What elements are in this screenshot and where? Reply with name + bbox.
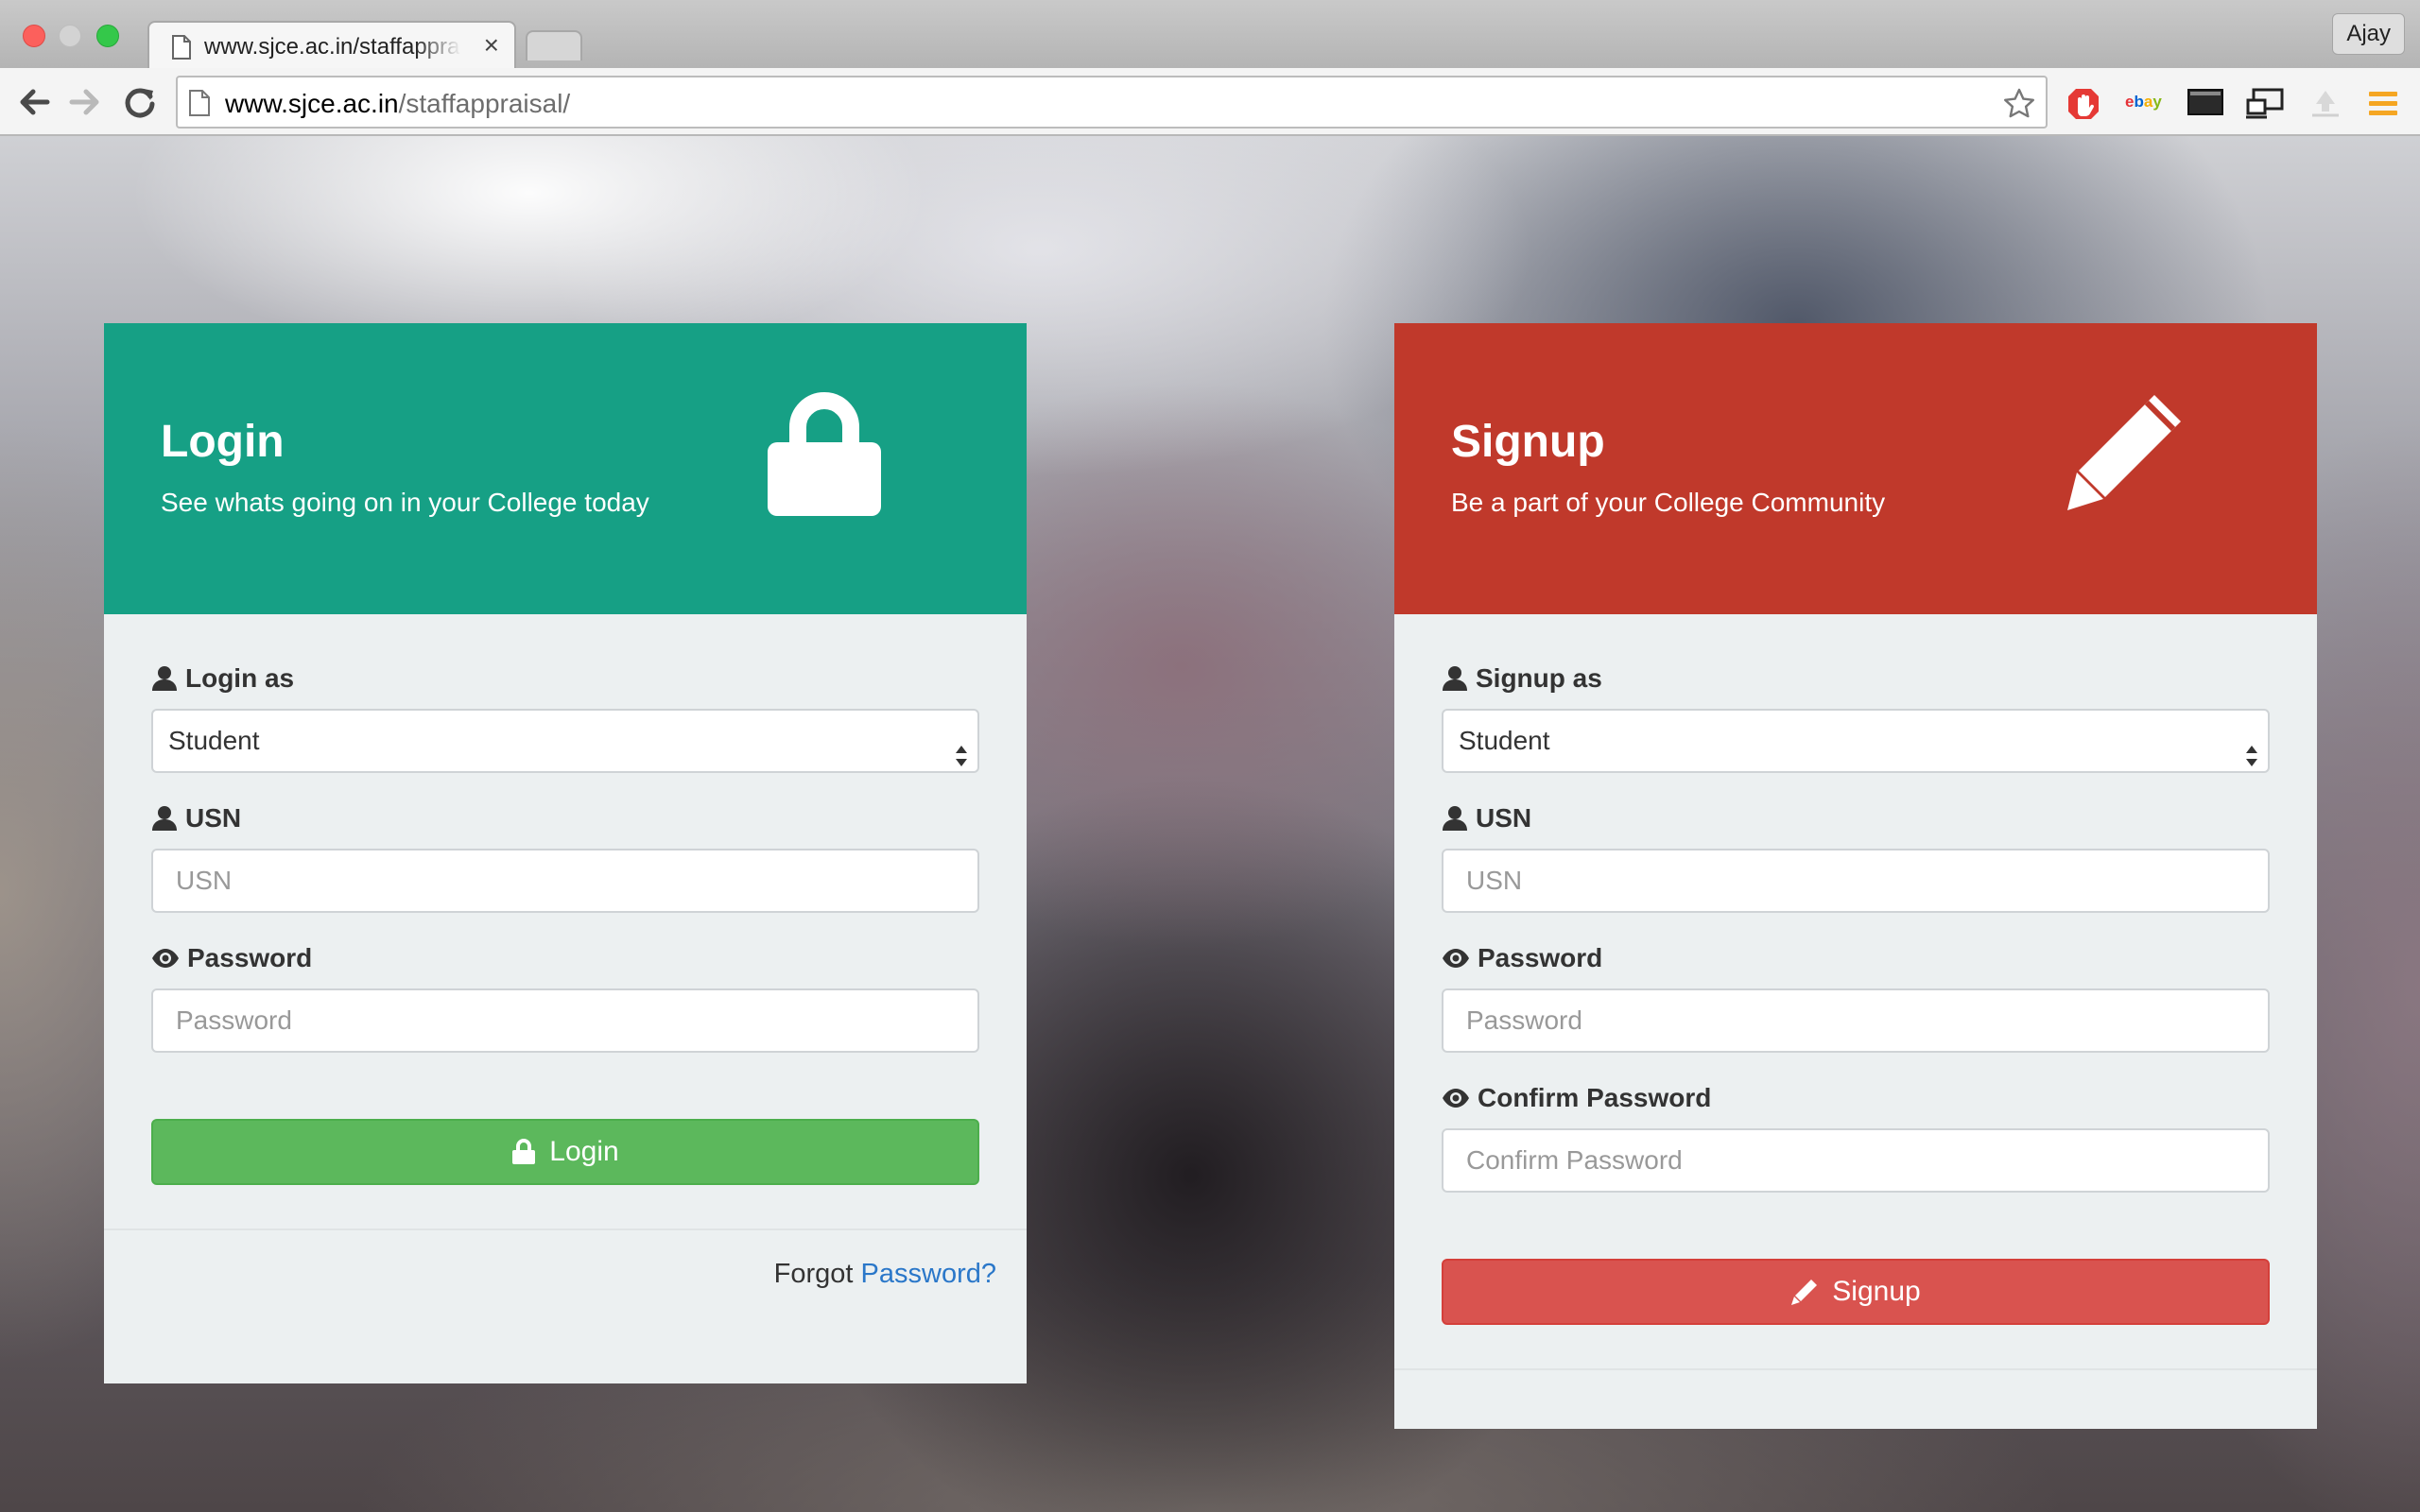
signup-usn-label: USN <box>1442 803 1531 833</box>
login-password-label: Password <box>151 943 312 973</box>
eye-icon <box>1443 1089 1469 1108</box>
lock-icon <box>512 1139 536 1164</box>
signup-role-label: Signup as <box>1442 663 1602 694</box>
page-background: Login See whats going on in your College… <box>0 136 2420 1512</box>
forward-arrow-icon[interactable] <box>66 83 104 121</box>
signup-divider <box>1394 1368 2317 1370</box>
signup-password-input[interactable] <box>1466 992 2245 1049</box>
reload-icon[interactable] <box>121 83 159 121</box>
upload-icon[interactable] <box>2308 87 2342 124</box>
login-title: Login <box>161 417 285 467</box>
login-header: Login See whats going on in your College… <box>104 323 1027 614</box>
window-minimize-button[interactable] <box>59 25 81 47</box>
user-icon <box>152 666 177 691</box>
signup-password-field[interactable] <box>1442 988 2270 1053</box>
forgot-password-link[interactable]: Password? <box>861 1259 996 1289</box>
tab-title: www.sjce.ac.in/staffappraisal/ <box>204 34 461 60</box>
signup-password-label: Password <box>1442 943 1602 973</box>
menu-icon[interactable] <box>2367 87 2399 124</box>
eye-icon <box>152 949 179 968</box>
pencil-icon <box>1791 1280 1818 1305</box>
signup-title: Signup <box>1451 417 1605 467</box>
signup-confirm-field[interactable] <box>1442 1128 2270 1193</box>
browser-tab[interactable]: www.sjce.ac.in/staffappraisal/ × <box>147 21 516 70</box>
back-arrow-icon[interactable] <box>15 83 53 121</box>
user-icon <box>1443 806 1467 831</box>
browser-toolbar: www.sjce.ac.in/staffappraisal/ ebay <box>0 68 2420 136</box>
select-caret-icon <box>2245 730 2258 790</box>
window-close-button[interactable] <box>23 25 45 47</box>
eye-icon <box>1443 949 1469 968</box>
signup-button[interactable]: Signup <box>1442 1259 2270 1325</box>
login-usn-input[interactable] <box>176 852 955 909</box>
login-divider <box>104 1228 1027 1230</box>
cast-icon[interactable] <box>2246 87 2284 124</box>
select-caret-icon <box>955 730 968 790</box>
signup-subtitle: Be a part of your College Community <box>1451 488 1886 517</box>
signup-usn-input[interactable] <box>1466 852 2245 909</box>
login-password-input[interactable] <box>176 992 955 1049</box>
pencil-icon <box>2056 387 2188 524</box>
signup-confirm-input[interactable] <box>1466 1132 2245 1189</box>
signup-usn-field[interactable] <box>1442 849 2270 913</box>
signup-confirm-label: Confirm Password <box>1442 1083 1711 1113</box>
login-usn-label: USN <box>151 803 241 833</box>
page-icon <box>189 90 210 121</box>
window-zoom-button[interactable] <box>96 25 119 47</box>
shield-icon[interactable] <box>2066 87 2100 126</box>
login-role-select[interactable]: Student <box>151 709 979 773</box>
ebay-icon[interactable]: ebay <box>2125 93 2165 116</box>
page-icon <box>172 35 191 64</box>
login-subtitle: See whats going on in your College today <box>161 488 649 517</box>
new-tab-button[interactable] <box>526 30 582 60</box>
login-panel: Login See whats going on in your College… <box>104 323 1027 1383</box>
tab-close-icon[interactable]: × <box>484 30 499 60</box>
login-password-field[interactable] <box>151 988 979 1053</box>
address-bar[interactable]: www.sjce.ac.in/staffappraisal/ <box>176 76 2048 129</box>
signup-role-select[interactable]: Student <box>1442 709 2270 773</box>
profile-button[interactable]: Ajay <box>2332 13 2405 55</box>
user-icon <box>1443 666 1467 691</box>
signup-header: Signup Be a part of your College Communi… <box>1394 323 2317 614</box>
bookmark-star-icon[interactable] <box>2002 87 2036 126</box>
login-button[interactable]: Login <box>151 1119 979 1185</box>
login-role-label: Login as <box>151 663 294 694</box>
signup-panel: Signup Be a part of your College Communi… <box>1394 323 2317 1429</box>
lock-icon <box>766 389 883 523</box>
user-icon <box>152 806 177 831</box>
forgot-password: Forgot Password? <box>773 1259 996 1289</box>
svg-text:ebay: ebay <box>2125 93 2162 111</box>
url-text[interactable]: www.sjce.ac.in/staffappraisal/ <box>225 89 570 119</box>
browser-titlebar: www.sjce.ac.in/staffappraisal/ × Ajay <box>0 0 2420 70</box>
terminal-icon[interactable] <box>2187 87 2223 122</box>
login-usn-field[interactable] <box>151 849 979 913</box>
